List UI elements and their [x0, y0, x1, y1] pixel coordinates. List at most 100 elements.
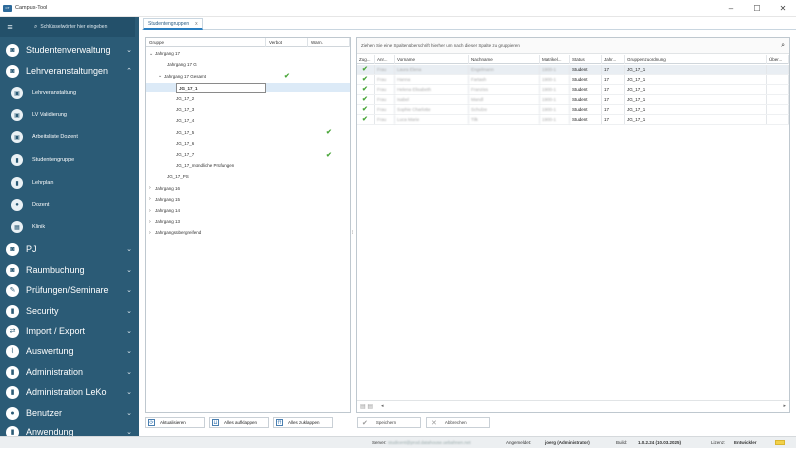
sidebar-item-lehrveranstaltungen[interactable]: ◙ Lehrveranstaltungen ⌃ — [0, 64, 139, 78]
chevron-down-icon[interactable]: ⌄ — [126, 307, 132, 315]
chevron-down-icon[interactable]: ⌄ — [126, 428, 132, 436]
chevron-down-icon[interactable]: ⌄ — [126, 286, 132, 294]
chevron-down-icon[interactable]: ⌄ — [126, 409, 132, 417]
group-by-area[interactable]: Ziehen Sie eine Spaltenüberschrift hierh… — [357, 38, 789, 54]
table-row[interactable]: ✔ Frau Isabel Mandl 1900-1 Student 17 JG_17_1 — [357, 95, 789, 105]
scroll-left-icon[interactable]: ◂ — [381, 403, 384, 409]
scroll-right-icon[interactable]: ▸ — [783, 403, 786, 409]
chevron-down-icon[interactable]: ⌄ — [126, 245, 132, 253]
sidebar-item-raumbuchung[interactable]: ◙ Raumbuchung ⌄ — [0, 263, 139, 277]
column-header[interactable]: Jahr... — [602, 55, 625, 64]
column-header-warn[interactable]: Warn. — [308, 38, 350, 47]
sidebar-search[interactable]: ⌕ Schlüsselwörter hier eingeben — [34, 24, 107, 31]
alles-aufklappen-button[interactable]: ⇊ Alles aufklappen — [209, 417, 269, 428]
column-header[interactable]: Nachname — [469, 55, 540, 64]
sidebar-item-prüfungen-seminare[interactable]: ✎ Prüfungen/Seminare ⌄ — [0, 283, 139, 297]
sidebar-item-lv-validierung[interactable]: ▣ LV Validierung — [0, 108, 139, 122]
tab-studentengruppen[interactable]: Studentengruppen x — [143, 18, 203, 30]
chevron-down-icon[interactable]: ⌄ — [126, 347, 132, 355]
tree-row[interactable]: JG_17_3 — [146, 105, 350, 115]
button-label: Abbrechen — [444, 420, 467, 425]
abbrechen-button[interactable]: ✕ Abbrechen — [426, 417, 490, 428]
tree-row[interactable]: › Jahrgang 14 — [146, 206, 350, 216]
collapse-arrow-icon[interactable]: › — [149, 219, 151, 225]
collapse-arrow-icon[interactable]: › — [149, 185, 151, 191]
sidebar-item-dozent[interactable]: ● Dozent — [0, 198, 139, 212]
chevron-down-icon[interactable]: ⌄ — [126, 266, 132, 274]
tree-row[interactable]: › Jahrgang 13 — [146, 217, 350, 227]
grid-nav-icons[interactable]: ▤ ▤ — [360, 403, 373, 410]
sidebar-item-studentengruppe[interactable]: ▮ Studentengruppe — [0, 153, 139, 167]
expand-arrow-icon[interactable]: ⌄ — [149, 51, 153, 57]
chevron-down-icon[interactable]: ⌄ — [126, 327, 132, 335]
sidebar-item-benutzer[interactable]: ● Benutzer ⌄ — [0, 406, 139, 420]
sidebar-item-label: Dozent — [32, 202, 50, 208]
tree-row[interactable]: › Jahrgang 16 — [146, 183, 350, 193]
sidebar-item-arbeitsliste-dozent[interactable]: ▣ Arbeitsliste Dozent — [0, 130, 139, 144]
column-header[interactable]: Vorname — [395, 55, 469, 64]
column-header[interactable]: Zug... — [357, 55, 375, 64]
expand-arrow-icon[interactable]: ⌄ — [158, 73, 162, 79]
hamburger-menu-icon[interactable]: ≡ — [0, 22, 20, 32]
table-cell: JG_17_1 — [625, 115, 767, 124]
sidebar-item-security[interactable]: ▮ Security ⌄ — [0, 304, 139, 318]
table-row[interactable]: ✔ Frau Hanna Fartash 1900-1 Student 17 JG_17_1 — [357, 75, 789, 85]
alles-zuklappen-button[interactable]: ⇈ Alles zuklappen — [273, 417, 333, 428]
sidebar-item-lehrplan[interactable]: ▮ Lehrplan — [0, 176, 139, 190]
column-header[interactable]: Anr... — [375, 55, 395, 64]
tree-row[interactable]: JG_17_2 — [146, 94, 350, 104]
aktualisieren-button[interactable]: ⟳ Aktualisieren — [145, 417, 205, 428]
search-icon: ⌕ — [34, 23, 38, 30]
table-cell: Student — [570, 85, 602, 94]
tree-row[interactable]: Jahrgang 17 G — [146, 60, 350, 70]
sidebar-item-label: Administration LeKo — [26, 387, 107, 397]
close-tab-icon[interactable]: x — [195, 21, 198, 27]
tree-row[interactable]: JG_17_PS — [146, 172, 350, 182]
tree-row[interactable]: ⌄ Jahrgang 17 — [146, 49, 350, 59]
splitter-handle[interactable]: ⁞ — [352, 230, 353, 236]
sidebar-item-label: PJ — [26, 244, 37, 254]
sidebar-scrollbar[interactable] — [135, 17, 139, 448]
column-header[interactable]: Über... — [767, 55, 789, 64]
sidebar-item-pj[interactable]: ◙ PJ ⌄ — [0, 242, 139, 256]
collapse-arrow-icon[interactable]: › — [149, 196, 151, 202]
collapse-arrow-icon[interactable]: › — [149, 208, 151, 214]
minimize-button[interactable]: – — [718, 0, 744, 17]
tree-row[interactable]: ⌄ Jahrgang 17 Gesamt ✔ — [146, 71, 350, 81]
tree-row[interactable]: JG_17_6 — [146, 139, 350, 149]
tree-row[interactable]: JG_17_4 — [146, 116, 350, 126]
chevron-up-icon[interactable]: ⌃ — [126, 67, 132, 75]
chevron-down-icon[interactable]: ⌄ — [126, 368, 132, 376]
column-header[interactable]: Gruppenzuordnung — [625, 55, 767, 64]
tree-row-label[interactable]: JG_17_1 — [176, 82, 266, 93]
collapse-arrow-icon[interactable]: › — [149, 230, 151, 236]
tree-row[interactable]: › Jahrgang 15 — [146, 195, 350, 205]
tree-row[interactable]: JG_17_5 ✔ — [146, 127, 350, 137]
sidebar-item-lehrveranstaltung[interactable]: ▣ Lehrveranstaltung — [0, 86, 139, 100]
column-header[interactable]: Matrikel... — [540, 55, 570, 64]
sidebar-item-label: Administration — [26, 367, 84, 377]
close-window-button[interactable]: ✕ — [770, 0, 796, 17]
tree-row[interactable]: JG_17_7 ✔ — [146, 150, 350, 160]
chevron-down-icon[interactable]: ⌄ — [126, 388, 132, 396]
chevron-down-icon[interactable]: ⌄ — [126, 46, 132, 54]
table-row[interactable]: ✔ Frau Helena Elisabeth Franziss 1900-1 Stude… — [357, 85, 789, 95]
table-row[interactable]: ✔ Frau Sophie Charlotte Schulze 1900-1 Studen… — [357, 105, 789, 115]
tree-row[interactable]: › Jahrgangsübergreifend — [146, 228, 350, 238]
sidebar-item-auswertung[interactable]: ⌇ Auswertung ⌄ — [0, 344, 139, 358]
column-header-verbot[interactable]: Verbot — [266, 38, 308, 47]
maximize-button[interactable]: ☐ — [744, 0, 770, 17]
table-row[interactable]: ✔ Frau Laura Elena Engelmann 1900-1 Student 17… — [357, 65, 789, 75]
tree-row[interactable]: JG_17_1 — [146, 82, 350, 93]
sidebar-item-administration-leko[interactable]: ▮ Administration LeKo ⌄ — [0, 385, 139, 399]
sidebar-item-studentenverwaltung[interactable]: ◙ Studentenverwaltung ⌄ — [0, 43, 139, 57]
column-header[interactable]: Status — [570, 55, 602, 64]
grid-search-icon[interactable]: ⌕ — [781, 38, 785, 54]
column-header-gruppe[interactable]: Gruppe — [146, 38, 266, 47]
sidebar-item-import-export[interactable]: ⇄ Import / Export ⌄ — [0, 324, 139, 338]
table-row[interactable]: ✔ Frau Luca Marie Tilk 1900-1 Student 17 JG_17_… — [357, 115, 789, 125]
speichern-button[interactable]: ✔ Speichern — [357, 417, 421, 428]
sidebar-item-administration[interactable]: ▮ Administration ⌄ — [0, 365, 139, 379]
sidebar-item-klinik[interactable]: ▦ Klinik — [0, 220, 139, 234]
tree-row[interactable]: JG_17_mündliche Prüfungen — [146, 161, 350, 171]
